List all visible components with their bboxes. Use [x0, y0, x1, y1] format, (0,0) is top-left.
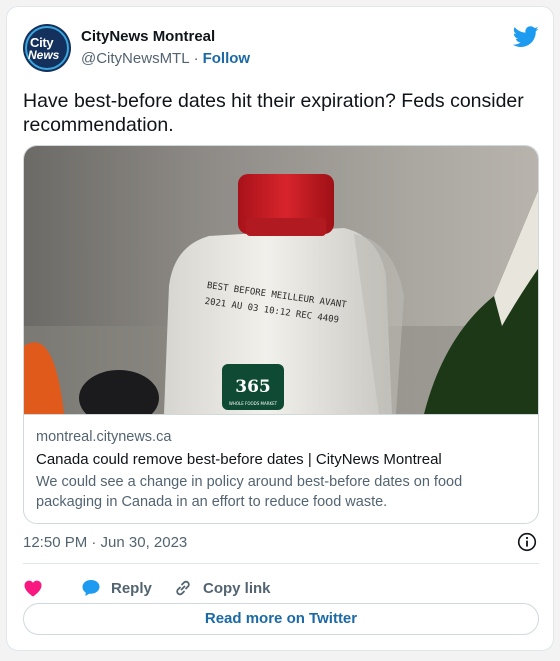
avatar[interactable]: City News — [23, 24, 71, 72]
link-chain-icon — [176, 580, 190, 596]
heart-icon — [24, 580, 42, 597]
link-title[interactable]: Canada could remove best-before dates | … — [36, 451, 442, 468]
avatar-text-news: News — [28, 48, 60, 62]
reply-label: Reply — [111, 579, 152, 597]
like-button[interactable] — [23, 573, 53, 603]
link-description: We could see a change in policy around b… — [36, 474, 463, 510]
copy-link-label: Copy link — [203, 579, 271, 597]
article-image: BEST BEFORE MEILLEUR AVANT 2021 AU 03 10… — [24, 146, 538, 414]
follow-button[interactable]: Follow — [203, 50, 251, 67]
svg-text:365: 365 — [235, 377, 271, 397]
link-preview-card[interactable]: BEST BEFORE MEILLEUR AVANT 2021 AU 03 10… — [23, 145, 539, 524]
reply-bubble-icon — [82, 580, 100, 596]
svg-text:WHOLE FOODS MARKET: WHOLE FOODS MARKET — [229, 401, 278, 406]
action-bar: Reply Copy link — [23, 573, 539, 603]
tweet-card: City News CityNews Montreal @CityNewsMTL… — [6, 6, 554, 651]
tweet-text: Have best-before dates hit their expirat… — [23, 90, 524, 136]
reply-button[interactable]: Reply — [81, 573, 152, 603]
read-more-button[interactable]: Read more on Twitter — [23, 603, 539, 635]
copy-link-button[interactable]: Copy link — [173, 573, 271, 603]
link-meta: montreal.citynews.ca Canada could remove… — [24, 414, 538, 523]
separator: · — [193, 50, 199, 67]
divider — [23, 563, 539, 564]
tweet-timestamp[interactable]: 12:50 PM · Jun 30, 2023 — [23, 534, 187, 551]
link-domain: montreal.citynews.ca — [36, 429, 172, 445]
info-icon[interactable] — [517, 532, 537, 552]
author-handle[interactable]: @CityNewsMTL — [81, 50, 190, 67]
twitter-bird-icon[interactable] — [513, 26, 539, 48]
tweet-header: City News CityNews Montreal @CityNewsMTL… — [23, 24, 539, 74]
author-handle-row: @CityNewsMTL · Follow — [81, 50, 250, 67]
author-name[interactable]: CityNews Montreal — [81, 28, 215, 45]
